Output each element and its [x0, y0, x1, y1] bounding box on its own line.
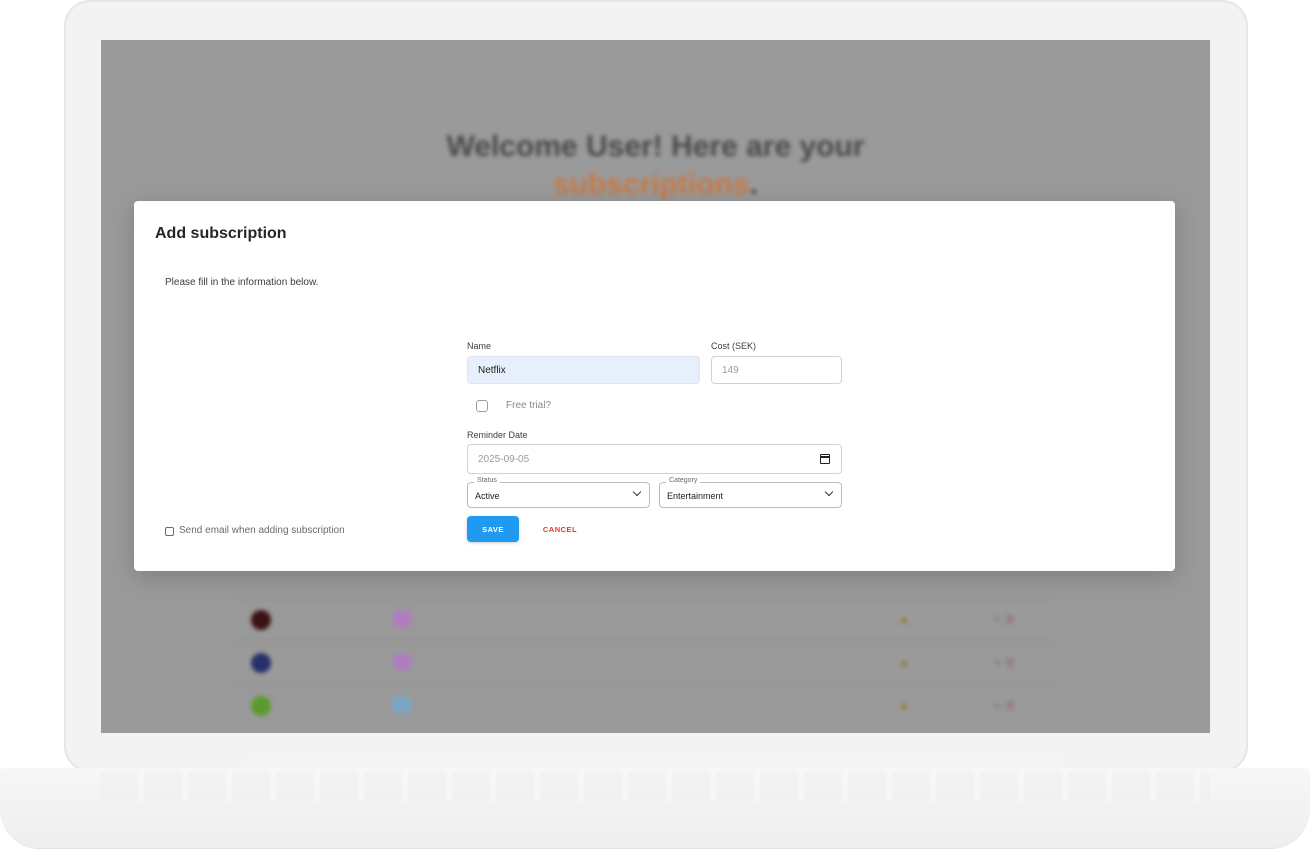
- delete-icon[interactable]: 🗑: [1004, 615, 1015, 625]
- welcome-period: .: [749, 168, 759, 201]
- category-select-label: Category: [666, 477, 701, 484]
- reminder-date-value: 2025-09-05: [478, 453, 530, 465]
- free-trial-checkbox[interactable]: [476, 400, 488, 412]
- starred-cell: ●: [854, 656, 955, 670]
- actions-cell: ✎ 🗑: [955, 701, 1056, 712]
- edit-icon[interactable]: ✎: [994, 615, 1002, 625]
- subscription-logo-cell: [233, 696, 352, 716]
- category-icon: [392, 654, 411, 670]
- star-icon[interactable]: ●: [901, 656, 908, 670]
- actions-cell: ✎ 🗑: [955, 615, 1056, 626]
- category-select-value: Entertainment: [667, 491, 724, 501]
- category-cell: [352, 654, 453, 672]
- status-select[interactable]: Status Active: [467, 477, 650, 508]
- add-subscription-modal: Add subscription Please fill in the info…: [134, 201, 1175, 571]
- welcome-line: Welcome User! Here are your: [446, 130, 865, 163]
- category-cell: [352, 611, 453, 629]
- starred-cell: ●: [854, 613, 955, 627]
- category-icon: [392, 611, 411, 627]
- calendar-icon[interactable]: [820, 454, 830, 464]
- actions-cell: ✎ 🗑: [955, 658, 1056, 669]
- table-row: ● ✎ 🗑: [233, 641, 1055, 684]
- starred-cell: ●: [854, 699, 955, 713]
- subscriptions-table: ● ✎ 🗑 ● ✎ 🗑 ● ✎ 🗑: [233, 570, 1055, 727]
- cost-input-placeholder: 149: [722, 364, 739, 376]
- table-row: ● ✎ 🗑: [233, 598, 1055, 641]
- edit-icon[interactable]: ✎: [994, 701, 1002, 711]
- edit-icon[interactable]: ✎: [994, 658, 1002, 668]
- modal-description: Please fill in the information below.: [165, 277, 319, 288]
- delete-icon[interactable]: 🗑: [1004, 658, 1015, 668]
- subscription-logo-cell: [233, 653, 352, 673]
- chevron-down-icon: [632, 487, 642, 497]
- cost-label: Cost (SEK): [711, 341, 757, 351]
- reminder-date-label: Reminder Date: [467, 430, 528, 440]
- star-icon[interactable]: ●: [901, 613, 908, 627]
- category-icon: [392, 697, 411, 713]
- welcome-heading: Welcome User! Here are your subscription…: [101, 128, 1210, 204]
- logo-avatar: [251, 653, 271, 673]
- welcome-accent: subscriptions: [552, 168, 750, 201]
- name-input-value: Netflix: [478, 364, 506, 376]
- cost-input[interactable]: 149: [711, 356, 842, 384]
- logo-avatar: [251, 696, 271, 716]
- table-row: ● ✎ 🗑: [233, 684, 1055, 727]
- status-select-label: Status: [474, 477, 500, 484]
- chevron-down-icon: [824, 487, 834, 497]
- reminder-date-input[interactable]: 2025-09-05: [467, 444, 842, 474]
- name-label: Name: [467, 341, 492, 351]
- save-button[interactable]: SAVE: [467, 516, 519, 542]
- cancel-button[interactable]: CANCEL: [534, 516, 586, 542]
- free-trial-label: Free trial?: [506, 400, 552, 411]
- table-header: [233, 570, 1055, 598]
- logo-avatar: [251, 610, 271, 630]
- star-icon[interactable]: ●: [901, 699, 908, 713]
- delete-icon[interactable]: 🗑: [1004, 701, 1015, 711]
- laptop-keyboard: [100, 772, 1210, 802]
- category-select[interactable]: Category Entertainment: [659, 477, 842, 508]
- send-email-label: Send email when adding subscription: [179, 525, 345, 536]
- status-select-value: Active: [475, 491, 500, 501]
- category-cell: [352, 697, 453, 715]
- laptop-screen: Welcome User! Here are your subscription…: [101, 40, 1210, 733]
- name-input[interactable]: Netflix: [467, 356, 700, 384]
- modal-title: Add subscription: [155, 225, 287, 242]
- send-email-checkbox[interactable]: [165, 527, 174, 536]
- subscription-logo-cell: [233, 610, 352, 630]
